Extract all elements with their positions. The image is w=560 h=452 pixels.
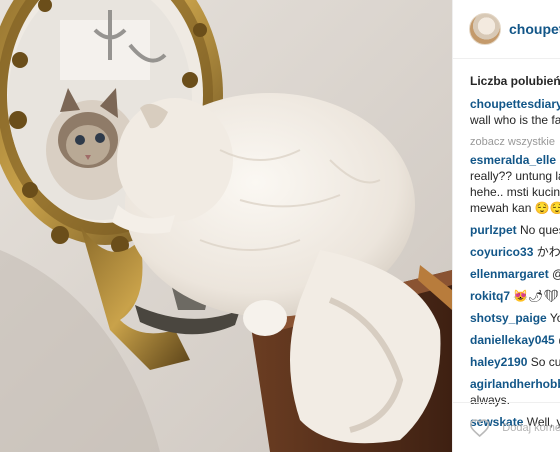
comment-user[interactable]: agirlandherhobbie bbox=[470, 377, 560, 391]
heart-outline-icon[interactable] bbox=[469, 417, 490, 439]
list-item: coyurico33 かわい bbox=[470, 244, 560, 260]
post-header: choupett... bbox=[453, 0, 560, 59]
likes-count[interactable]: Liczba polubień: 2 bbox=[453, 59, 560, 96]
comment-user[interactable]: coyurico33 bbox=[470, 245, 533, 259]
post-footer: Dodaj kome bbox=[453, 402, 560, 452]
comment-user[interactable]: ellenmargaret bbox=[470, 267, 549, 281]
list-item: ellenmargaret @d bbox=[470, 266, 560, 282]
comment-user[interactable]: purlzpet bbox=[470, 223, 517, 237]
cat-mirror-photo bbox=[0, 0, 452, 452]
comment-text: @d bbox=[549, 267, 560, 281]
comment-text: You bbox=[549, 311, 560, 325]
list-item: haley2190 So cute bbox=[470, 354, 560, 370]
view-all-comments-link[interactable]: zobacz wszystkie bbox=[470, 134, 560, 150]
comment-user[interactable]: shotsy_paige bbox=[470, 311, 547, 325]
list-item: purlzpet No quest bbox=[470, 222, 560, 238]
comment-user[interactable]: haley2190 bbox=[470, 355, 527, 369]
comments-list: choupettesdiary M wall who is the fair z… bbox=[453, 96, 560, 430]
comment-text-line: hehe.. msti kucing bbox=[470, 185, 560, 199]
comment-text-line: mewah kan 😌😌 bbox=[470, 201, 560, 215]
comment-text: かわい bbox=[536, 245, 560, 259]
post-username[interactable]: choupett... bbox=[509, 21, 560, 37]
comment-user[interactable]: choupettesdiary bbox=[470, 97, 560, 111]
caption-comment: choupettesdiary M bbox=[470, 96, 560, 112]
comment-text-line: really?? untung la bbox=[470, 169, 560, 183]
comment-text: @ bbox=[555, 333, 560, 347]
list-item: agirlandherhobbie bbox=[470, 376, 560, 392]
comment-user[interactable]: esmeralda_elle bbox=[470, 153, 556, 167]
list-item: shotsy_paige You bbox=[470, 310, 560, 326]
comment-text: 😻🌶❤ bbox=[510, 289, 559, 303]
comment-user[interactable]: daniellekay045 bbox=[470, 333, 555, 347]
add-comment-input[interactable]: Dodaj kome bbox=[502, 422, 560, 434]
avatar[interactable] bbox=[469, 13, 501, 45]
list-item: daniellekay045 @ bbox=[470, 332, 560, 348]
post-side-panel: choupett... Liczba polubień: 2 choupette… bbox=[452, 0, 560, 452]
comment-user[interactable]: rokitq7 bbox=[470, 289, 510, 303]
list-item: esmeralda_elle @ bbox=[470, 152, 560, 168]
comment-text-line: wall who is the fair bbox=[470, 113, 560, 127]
list-item: rokitq7 😻🌶❤ bbox=[470, 288, 560, 304]
post-photo[interactable] bbox=[0, 0, 452, 452]
comment-text: So cute bbox=[530, 355, 560, 369]
comment-text: No quest bbox=[520, 223, 560, 237]
comment-text: @ bbox=[556, 153, 560, 167]
